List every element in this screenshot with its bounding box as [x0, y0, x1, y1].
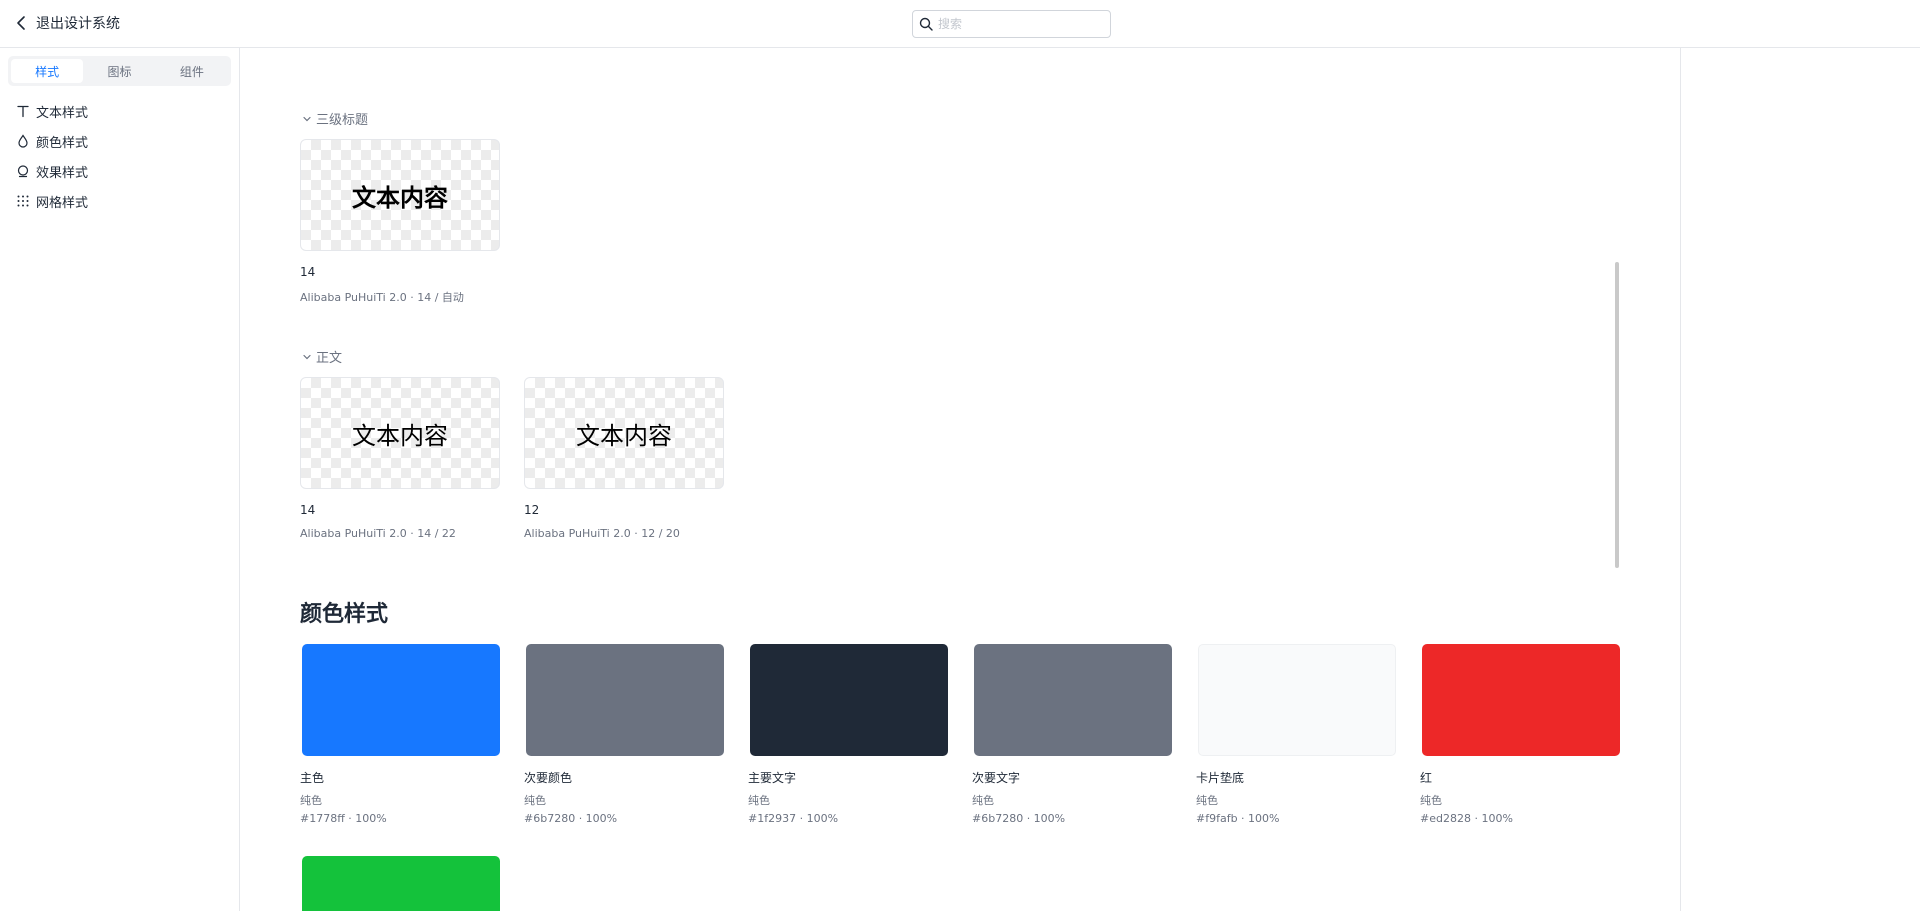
- color-swatch[interactable]: [302, 856, 500, 911]
- text-style-card[interactable]: 文本内容: [300, 139, 500, 251]
- text-style-size: 14: [300, 503, 316, 517]
- grid-icon: [17, 195, 29, 207]
- sidebar-tabs: 样式 图标 组件: [8, 56, 231, 86]
- swatch-name: 次要文字: [972, 771, 1021, 785]
- text-sample: 文本内容: [576, 421, 672, 450]
- exit-design-system-label: 退出设计系统: [36, 16, 120, 32]
- tab-styles[interactable]: 样式: [11, 59, 84, 83]
- swatch-value: #1f2937 · 100%: [748, 812, 839, 825]
- color-swatch[interactable]: [1198, 644, 1396, 756]
- swatch-type: 纯色: [972, 794, 994, 807]
- text-style-size: 12: [524, 503, 540, 517]
- group-title: 正文: [316, 351, 343, 366]
- effect-icon: [17, 165, 29, 178]
- group-toggle-heading3[interactable]: 三级标题: [302, 109, 368, 128]
- swatch-name: 主要文字: [748, 771, 797, 785]
- sidebar-item-label: 网格样式: [36, 195, 89, 211]
- chevron-down-icon: [303, 354, 311, 359]
- sidebar-item-grid-styles[interactable]: 网格样式: [16, 186, 88, 216]
- swatch-type: 纯色: [748, 794, 770, 807]
- text-sample: 文本内容: [352, 183, 448, 212]
- search-input[interactable]: [938, 17, 1098, 31]
- swatch-type: 纯色: [524, 794, 546, 807]
- color-swatch[interactable]: [526, 644, 724, 756]
- swatch-value: #f9fafb · 100%: [1196, 812, 1280, 825]
- exit-design-system-button[interactable]: 退出设计系统: [14, 13, 120, 33]
- search-box[interactable]: [912, 10, 1111, 38]
- text-style-size: 14: [300, 265, 316, 279]
- group-title: 三级标题: [316, 113, 369, 128]
- sidebar-item-label: 效果样式: [36, 165, 89, 181]
- text-style-spec: Alibaba PuHuiTi 2.0 · 12 / 20: [524, 527, 680, 540]
- chevron-down-icon: [303, 116, 311, 121]
- sidebar: 样式 图标 组件 文本样式 颜色样式 效果样式 网格样式: [0, 48, 240, 911]
- color-swatch[interactable]: [750, 644, 948, 756]
- droplet-icon: [18, 134, 28, 148]
- group-toggle-body[interactable]: 正文: [302, 347, 342, 366]
- sidebar-item-label: 文本样式: [36, 105, 89, 121]
- text-icon: [17, 105, 29, 118]
- color-swatch[interactable]: [974, 644, 1172, 756]
- text-style-spec: Alibaba PuHuiTi 2.0 · 14 / 22: [300, 527, 456, 540]
- main-content: 三级标题 文本内容 14 Alibaba PuHuiTi 2.0 · 14 / …: [241, 49, 1680, 911]
- top-bar: 退出设计系统: [0, 0, 1920, 48]
- chevron-left-icon: [17, 16, 25, 30]
- text-style-card[interactable]: 文本内容: [524, 377, 724, 489]
- sidebar-item-color-styles[interactable]: 颜色样式: [16, 126, 88, 156]
- sidebar-item-label: 颜色样式: [36, 135, 89, 151]
- sidebar-item-effect-styles[interactable]: 效果样式: [16, 156, 88, 186]
- swatch-name: 卡片垫底: [1196, 771, 1245, 785]
- swatch-value: #ed2828 · 100%: [1420, 812, 1513, 825]
- swatch-name: 次要颜色: [524, 771, 573, 785]
- right-panel: [1680, 48, 1920, 911]
- swatch-name: 红: [1420, 771, 1433, 785]
- sidebar-item-text-styles[interactable]: 文本样式: [16, 96, 88, 126]
- tab-components[interactable]: 组件: [156, 59, 228, 83]
- scrollbar[interactable]: [1615, 262, 1619, 568]
- tab-icons[interactable]: 图标: [83, 59, 155, 83]
- color-styles-heading: 颜色样式: [300, 602, 389, 627]
- text-style-card[interactable]: 文本内容: [300, 377, 500, 489]
- swatch-value: #6b7280 · 100%: [524, 812, 618, 825]
- swatch-value: #6b7280 · 100%: [972, 812, 1066, 825]
- swatch-type: 纯色: [1420, 794, 1442, 807]
- swatch-name: 主色: [300, 771, 325, 785]
- swatch-value: #1778ff · 100%: [300, 812, 387, 825]
- color-swatch[interactable]: [1422, 644, 1620, 756]
- text-style-spec: Alibaba PuHuiTi 2.0 · 14 / 自动: [300, 291, 464, 304]
- text-sample: 文本内容: [352, 421, 448, 450]
- color-swatch[interactable]: [302, 644, 500, 756]
- search-icon: [919, 17, 933, 31]
- sidebar-nav: 文本样式 颜色样式 效果样式 网格样式: [16, 96, 88, 216]
- swatch-type: 纯色: [300, 794, 322, 807]
- swatch-type: 纯色: [1196, 794, 1218, 807]
